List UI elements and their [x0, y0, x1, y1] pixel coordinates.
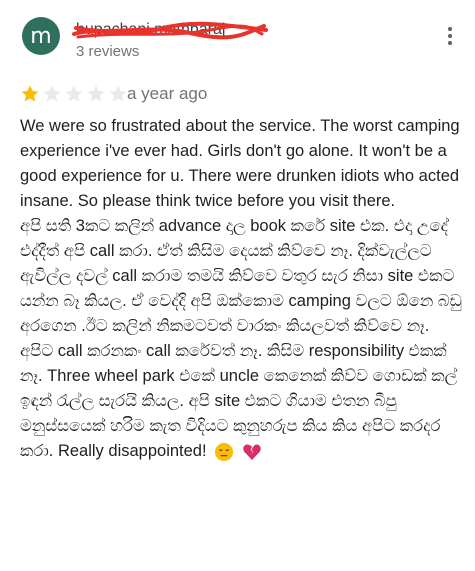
star-icon-empty — [108, 84, 128, 104]
star-icon-empty — [64, 84, 84, 104]
reviews-count: 3 reviews — [76, 43, 140, 60]
star-icon-filled — [20, 84, 40, 104]
more-vert-icon[interactable] — [438, 24, 462, 48]
menu-dot — [448, 27, 452, 31]
expressionless-emoji-icon — [214, 442, 234, 462]
menu-dot — [448, 34, 452, 38]
review-paragraph-english: We were so frustrated about the service.… — [20, 117, 460, 210]
review-paragraph-sinhala-text: අපි සති 3කට කලින් advance දාල book කරේ s… — [20, 217, 462, 460]
avatar[interactable]: m — [22, 17, 60, 55]
review-text: We were so frustrated about the service.… — [20, 114, 465, 464]
reviewer-name-area[interactable]: bupachani mathbaraj — [72, 20, 268, 42]
menu-dot — [448, 41, 452, 45]
avatar-letter: m — [30, 23, 52, 49]
review-time: a year ago — [127, 84, 208, 103]
redaction-scribble — [72, 21, 268, 40]
review-paragraph-sinhala: අපි සති 3කට කලින් advance දාල book කරේ s… — [20, 214, 465, 464]
star-icon-empty — [86, 84, 106, 104]
broken-heart-emoji-icon — [242, 442, 262, 462]
star-icon-empty — [42, 84, 62, 104]
star-rating — [20, 84, 130, 104]
